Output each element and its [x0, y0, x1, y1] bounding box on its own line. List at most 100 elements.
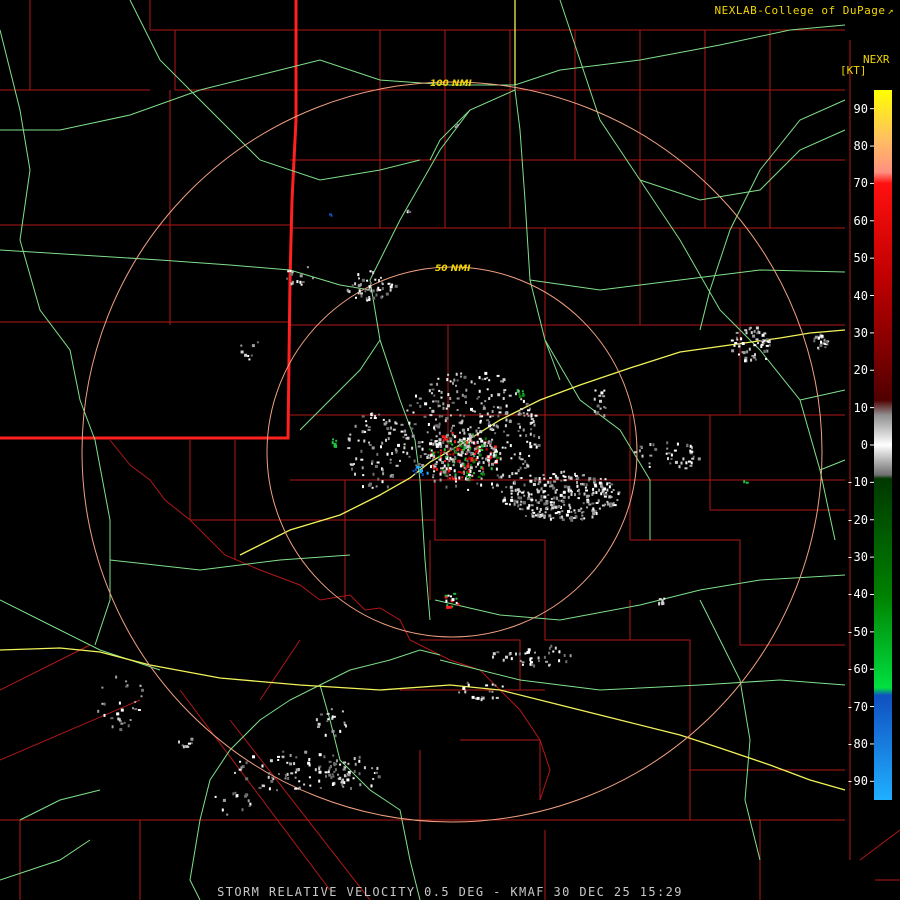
- radar-echo: [376, 766, 379, 770]
- radar-echo: [450, 429, 453, 432]
- radar-echo: [495, 484, 499, 487]
- radar-echo: [438, 431, 441, 435]
- radar-echo: [427, 423, 430, 426]
- radar-echo: [438, 422, 441, 426]
- credit-label[interactable]: NEXLAB-College of DuPage ↗: [715, 4, 894, 17]
- radar-echo: [595, 502, 599, 504]
- radar-echo: [295, 768, 299, 772]
- radar-echo: [535, 514, 537, 517]
- radar-echo: [478, 437, 482, 440]
- radar-echo: [341, 710, 344, 713]
- radar-echo: [116, 712, 120, 716]
- radar-echo: [432, 400, 435, 403]
- radar-echo: [415, 394, 417, 398]
- radar-echo: [455, 601, 458, 604]
- range-rings: [81, 81, 823, 823]
- radar-echo: [463, 431, 466, 435]
- radar-echo: [604, 503, 607, 506]
- radar-echo: [287, 777, 290, 780]
- radar-echo: [186, 745, 190, 748]
- radar-echo: [463, 463, 466, 467]
- radar-echo: [491, 410, 494, 413]
- radar-echo: [137, 709, 141, 711]
- radar-echo: [327, 771, 330, 774]
- radar-echo: [516, 492, 519, 496]
- radar-echo: [438, 455, 441, 458]
- radar-echo: [444, 455, 447, 458]
- radar-echo: [378, 289, 382, 292]
- radar-echo: [520, 500, 523, 503]
- radar-echo: [585, 483, 588, 487]
- radar-echo: [529, 441, 532, 445]
- radar-echo: [490, 427, 494, 430]
- state-boundary: [0, 0, 298, 440]
- radar-echo: [484, 441, 487, 444]
- radar-echo: [594, 485, 598, 488]
- radar-echo: [475, 465, 478, 468]
- radar-echo: [304, 750, 308, 754]
- radar-echo: [419, 469, 422, 472]
- radar-echo: [682, 457, 685, 461]
- radar-echo: [469, 469, 472, 473]
- radar-echo: [476, 482, 479, 485]
- radar-echo: [449, 473, 451, 476]
- radar-echo: [560, 479, 563, 482]
- radar-echo: [582, 474, 585, 476]
- radar-echo: [103, 702, 106, 706]
- radar-echo: [482, 470, 485, 473]
- radar-echo: [543, 655, 546, 659]
- radar-echo: [139, 684, 142, 687]
- radar-echo: [534, 480, 537, 483]
- radar-echo: [245, 761, 248, 765]
- radar-echo: [456, 397, 460, 400]
- radar-echo: [491, 415, 494, 418]
- radar-echo: [531, 663, 534, 667]
- radar-echo: [456, 379, 459, 382]
- colorbar-tick-label: 90: [853, 101, 868, 116]
- radar-echo: [452, 433, 454, 436]
- radar-echo: [538, 477, 541, 480]
- radar-echo: [414, 468, 417, 472]
- radar-echo: [411, 446, 414, 450]
- radar-echo: [455, 484, 458, 488]
- radar-echo: [454, 440, 456, 444]
- radar-echo: [606, 502, 610, 506]
- radar-echo: [470, 457, 474, 461]
- radar-echo: [606, 500, 609, 503]
- radar-echo: [599, 407, 602, 410]
- radar-echo: [317, 726, 320, 728]
- radar-echo: [495, 453, 498, 457]
- radar-echo: [448, 469, 451, 473]
- radar-echo: [543, 483, 547, 487]
- radar-echo: [500, 490, 503, 493]
- radar-echo: [463, 415, 466, 418]
- radar-echo: [510, 496, 513, 499]
- radar-echo: [370, 412, 373, 416]
- radar-echo: [267, 775, 270, 779]
- radar-echo: [375, 293, 378, 297]
- radar-echo: [343, 774, 346, 778]
- colorbar-tick-label: -80: [846, 736, 868, 751]
- radar-echo: [343, 781, 346, 785]
- radar-echo: [453, 378, 456, 382]
- radar-echo: [467, 473, 471, 476]
- radar-echo: [359, 283, 362, 287]
- radar-echo: [270, 779, 274, 783]
- radar-echo: [471, 409, 474, 412]
- radar-echo: [410, 427, 414, 430]
- radar-echo: [419, 404, 422, 408]
- radar-echo: [431, 388, 435, 391]
- radar-echo: [301, 281, 305, 284]
- radar-echo: [517, 496, 520, 500]
- radar-echo: [319, 787, 322, 789]
- radar-echo: [524, 460, 527, 464]
- radar-echo: [426, 431, 429, 434]
- radar-echo: [421, 473, 424, 477]
- radar-echo: [456, 409, 459, 411]
- radar-echo: [373, 417, 377, 419]
- radar-echo: [506, 434, 510, 437]
- radar-echo: [490, 440, 493, 444]
- colorbar-tick-label: -10: [846, 475, 868, 490]
- radar-echo: [289, 270, 292, 273]
- radar-echo: [250, 354, 253, 357]
